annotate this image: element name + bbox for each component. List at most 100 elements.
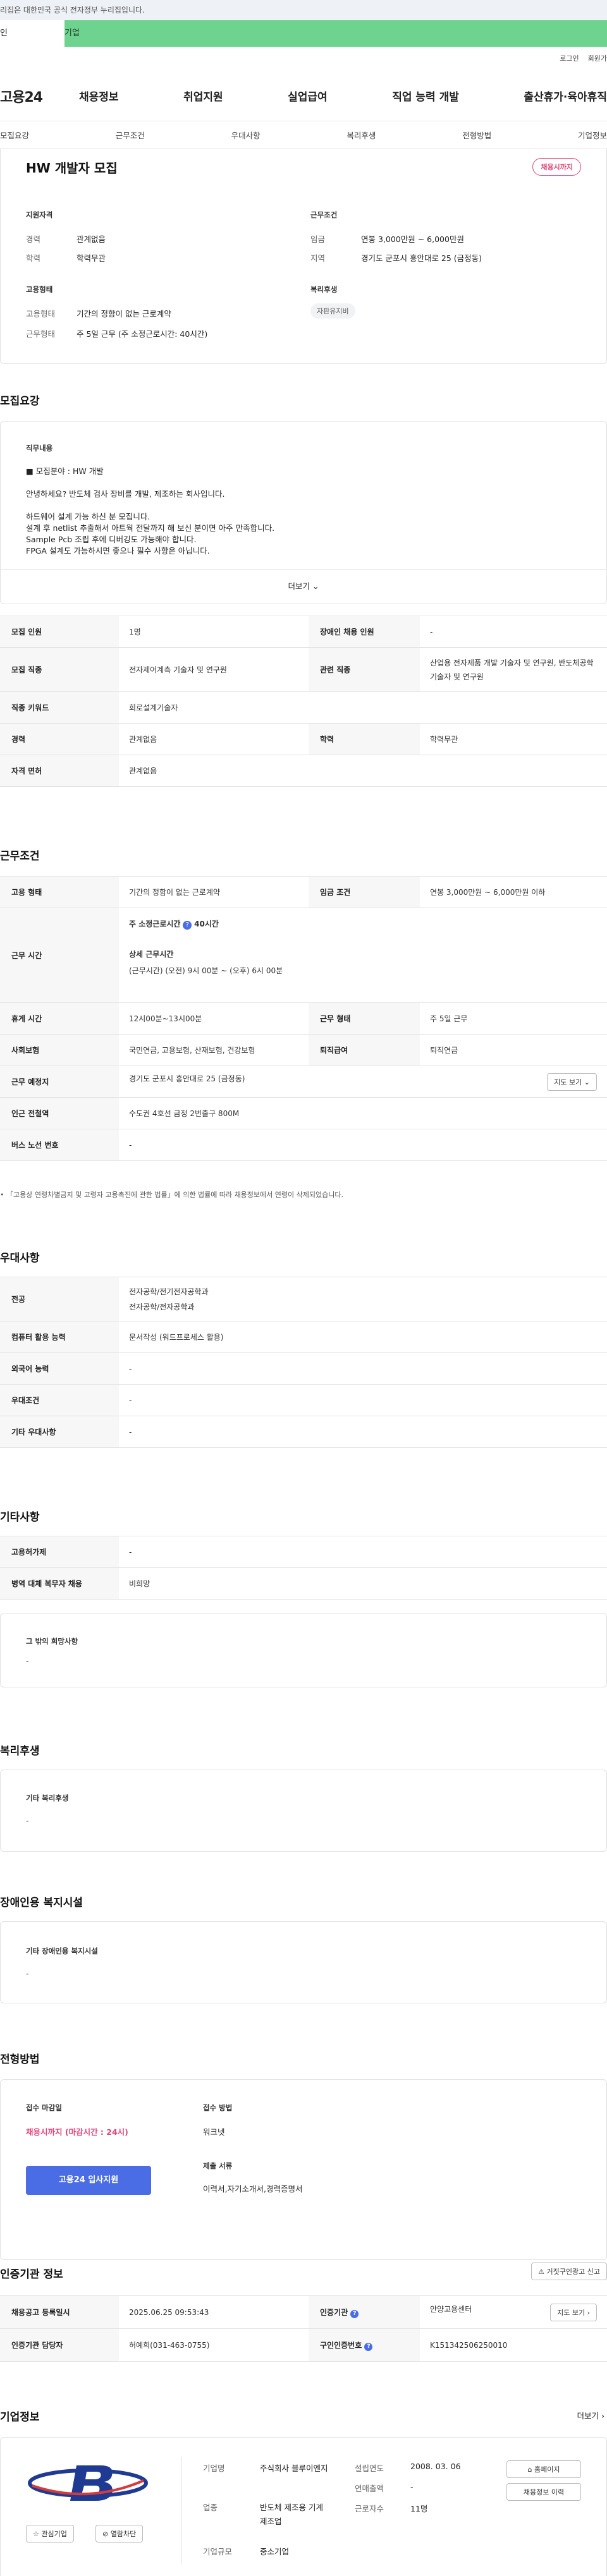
cell-value: - [119, 1536, 607, 1568]
service-bar: 인 기업 [0, 20, 607, 47]
recruit-heading: 모집요강 [0, 395, 40, 408]
cell-label: 사회보험 [0, 1034, 119, 1066]
gnb-item-employment-support[interactable]: 취업지원 [183, 88, 223, 104]
tab-selection[interactable]: 전형방법 [462, 129, 491, 141]
qual-title: 지원자격 [26, 210, 53, 219]
cert-map-button[interactable]: 지도 보기 › [550, 2303, 597, 2321]
cell-value: 관계없음 [119, 723, 309, 755]
cell-label: 인증기관 담당자 [0, 2328, 119, 2362]
cell-value: - [119, 1384, 607, 1416]
duty-line: 설계 후 netlist 추출해서 아트웍 전달까지 해 보신 분이면 아주 만… [26, 523, 275, 533]
gnb-item-unemployment[interactable]: 실업급여 [288, 88, 328, 104]
report-button[interactable]: ⚠ 거짓구인광고 신고 [531, 2263, 607, 2280]
career-label: 경력 [26, 234, 41, 244]
gnb-item-training[interactable]: 직업 능력 개발 [392, 88, 459, 104]
tab-recruit[interactable]: 모집요강 [0, 129, 29, 141]
homepage-button[interactable]: ⌂ 홈페이지 [506, 2460, 581, 2478]
edu-value: 학력무관 [77, 253, 106, 263]
util-bar: 로그인 회원가 [0, 47, 607, 71]
cert-table: 채용공고 등록일시 2025.06.25 09:53:43 인증기관 ? 안양고용센터… [0, 2295, 607, 2362]
tab-company[interactable]: 기업정보 [578, 129, 607, 141]
cell-label: 학력 [309, 723, 420, 755]
welfare-etc-value: - [26, 1816, 29, 1825]
deadline-label: 접수 마감일 [26, 2103, 62, 2112]
job-history-button[interactable]: 채용정보 이력 [506, 2483, 581, 2501]
tab-conditions[interactable]: 근무조건 [116, 129, 145, 141]
info-icon[interactable]: ? [350, 2309, 359, 2318]
age-note: • 「고용상 연령차별금지 및 고령자 고용촉진에 관한 법률」에 의한 법률에… [0, 1191, 343, 1199]
map-button[interactable]: 지도 보기 ⌄ [547, 1072, 597, 1091]
cell-label: 휴게 시간 [0, 1002, 119, 1035]
apply-heading: 전형방법 [0, 2053, 40, 2066]
worktype-value: 주 5일 근무 (주 소정근로시간: 40시간) [77, 329, 208, 339]
emp-title: 고용형태 [26, 285, 53, 294]
cell-label: 직종 키워드 [0, 691, 119, 724]
cell-value: 관계없음 [119, 755, 607, 787]
emptype-label: 고용형태 [26, 309, 56, 319]
login-link[interactable]: 로그인 [560, 54, 579, 63]
company-name-label: 기업명 [203, 2464, 225, 2473]
cell-label: 근무 시간 [0, 908, 119, 1003]
duty-line: 하드웨어 설계 가능 하신 분 모집니다. [26, 512, 150, 521]
apply-button[interactable]: 고용24 입사지원 [26, 2166, 151, 2195]
info-icon[interactable]: ? [364, 2342, 373, 2351]
cell-label: 관련 직종 [309, 647, 420, 692]
company-card: ☆ 관심기업 ⊘ 열람차단 기업명 주식회사 블루이엔지 업종 반도체 제조용 … [0, 2437, 607, 2576]
gnb-item-parental-leave[interactable]: 출산휴가·육아휴직 [524, 88, 607, 104]
company-name-value: 주식회사 블루이엔지 [260, 2464, 328, 2473]
wage-label: 임금 [310, 234, 326, 244]
disab-card: 기타 장애인용 복지시설 - [0, 1921, 607, 2003]
duty-line: Sample Pcb 조립 후에 디버깅도 가능해야 합니다. [26, 535, 197, 544]
cell-value: 주 소정근로시간 ? 40시간 상세 근무시간 (근무시간) (오전) 9시 0… [119, 908, 607, 1003]
cell-value: 허예희(031-463-0755) [119, 2328, 309, 2362]
wish-card: 그 밖의 희망사항 - [0, 1613, 607, 1687]
cell-value: 전자제어계측 기술자 및 연구원 [119, 647, 309, 692]
square-bullet-icon: ■ [26, 466, 36, 476]
cell-value: 문서작성 (워드프로세스 활용) [119, 1321, 607, 1353]
work-heading: 근무조건 [0, 850, 40, 863]
cell-value: 1명 [119, 616, 309, 648]
info-icon[interactable]: ? [183, 921, 192, 930]
company-logo [26, 2460, 150, 2505]
service-tab-individual[interactable]: 인 [0, 20, 64, 47]
welfare-title: 복리후생 [310, 285, 338, 294]
cell-value: - [119, 1129, 607, 1161]
status-badge: 채용시까지 [532, 158, 581, 176]
cell-label: 인증기관 ? [309, 2295, 420, 2329]
cell-value: 산업용 전자제품 개발 기술자 및 연구원, 반도체공학 기술자 및 연구원 [420, 647, 607, 692]
cell-value: 전자공학/전기전자공학과 전자공학/전자공학과 [119, 1277, 607, 1321]
method-label: 접수 방법 [203, 2103, 233, 2112]
favorite-company-button[interactable]: ☆ 관심기업 [26, 2525, 74, 2543]
section-tabs: 모집요강 근무조건 우대사항 복리후생 전형방법 기업정보 [0, 121, 607, 149]
disab-etc-title: 기타 장애인용 복지시설 [26, 1947, 98, 1955]
block-company-button[interactable]: ⊘ 열람차단 [95, 2525, 144, 2543]
pref-table: 전공 전자공학/전기전자공학과 전자공학/전자공학과 컴퓨터 활용 능력 문서작성 (… [0, 1277, 607, 1448]
size-value: 중소기업 [260, 2547, 290, 2556]
other-table: 고용허가제 - 병역 대체 복무자 채용 비희망 [0, 1536, 607, 1600]
cell-label: 구인인증번호 ? [309, 2328, 420, 2362]
cell-label: 고용 형태 [0, 876, 119, 908]
wish-value: - [26, 1656, 29, 1666]
cell-value: 연봉 3,000만원 ~ 6,000만원 이하 [420, 876, 607, 908]
est-value: 2008. 03. 06 [410, 2462, 461, 2471]
wage-value: 연봉 3,000만원 ~ 6,000만원 [361, 234, 464, 244]
block-icon: ⊘ [102, 2530, 111, 2538]
employees-value: 11명 [410, 2504, 428, 2513]
gnb-item-jobs[interactable]: 채용정보 [79, 88, 119, 104]
welfare-etc-title: 기타 복리후생 [26, 1794, 69, 1802]
cond-title: 근무조건 [310, 210, 338, 219]
tab-preferences[interactable]: 우대사항 [231, 129, 261, 141]
region-label: 지역 [310, 253, 326, 263]
more-button[interactable]: 더보기 ⌄ [1, 580, 606, 592]
company-more-link[interactable]: 더보기 › [577, 2409, 605, 2421]
cell-label: 우대조건 [0, 1384, 119, 1416]
join-link[interactable]: 회원가 [588, 54, 607, 63]
cell-label: 모집 직종 [0, 647, 119, 692]
logo[interactable]: 고용24 [0, 86, 79, 106]
tab-welfare[interactable]: 복리후생 [346, 129, 376, 141]
star-icon: ☆ [33, 2530, 42, 2538]
service-tab-company[interactable]: 기업 [64, 20, 607, 47]
cell-label: 자격 면허 [0, 755, 119, 787]
disab-etc-value: - [26, 1969, 29, 1978]
company-divider [181, 2457, 182, 2564]
